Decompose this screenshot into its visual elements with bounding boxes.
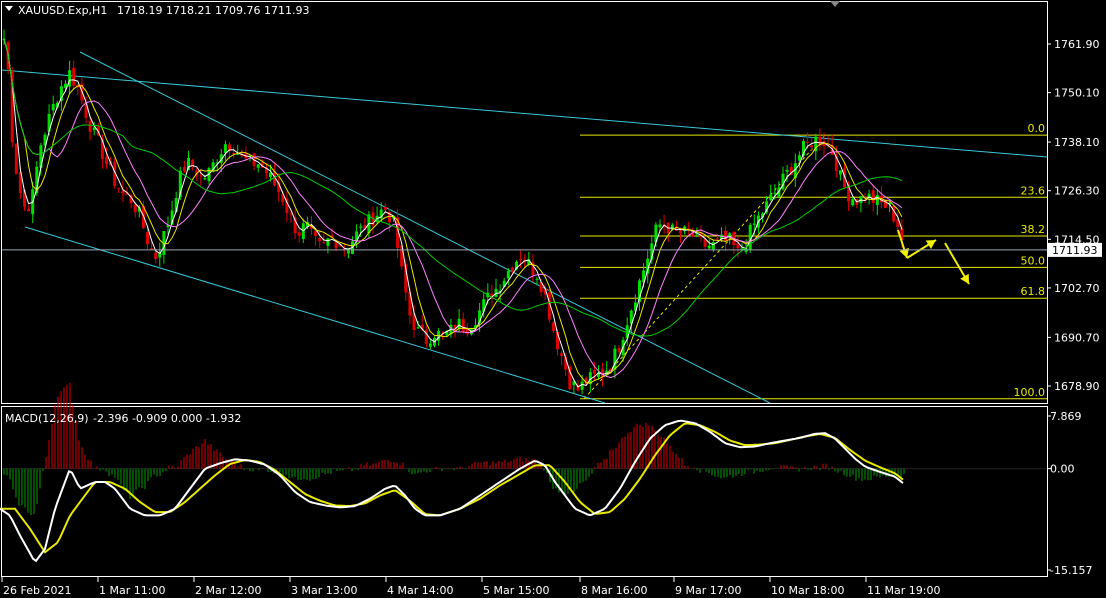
- candle-body: [359, 226, 363, 228]
- header-ohlc: 1718.19 1718.21 1709.76 1711.93: [117, 4, 309, 17]
- candle-body: [810, 145, 814, 148]
- candle-body: [326, 238, 330, 246]
- candle-body: [679, 230, 682, 234]
- macd-tick-label: 7.869: [1050, 410, 1082, 423]
- candle-body: [818, 136, 822, 145]
- candle-body: [322, 242, 326, 244]
- time-label: 9 Mar 17:00: [675, 584, 741, 597]
- candle-body: [383, 207, 387, 210]
- candle-body: [150, 248, 154, 250]
- candle-body: [256, 164, 260, 168]
- candle-body: [535, 278, 539, 280]
- fib-level-label: 38.2: [1021, 223, 1046, 236]
- candle-body: [182, 167, 186, 172]
- price-tick-label: 1761.90: [1054, 38, 1100, 51]
- candle-body: [752, 223, 756, 225]
- fib-level-label: 23.6: [1021, 184, 1046, 197]
- candle-body: [318, 238, 322, 242]
- candle-body: [773, 192, 777, 194]
- candle-body: [551, 322, 555, 332]
- candle-body: [785, 170, 789, 172]
- header-symbol: XAUUSD.Exp,H1: [18, 4, 107, 17]
- time-label: 10 Mar 18:00: [771, 584, 844, 597]
- candle-body: [560, 353, 564, 356]
- candle-body: [154, 252, 158, 260]
- candle-body: [105, 156, 108, 165]
- time-label: 5 Mar 15:00: [483, 584, 549, 597]
- candle-body: [72, 67, 76, 86]
- price-tick-label: 1750.10: [1054, 87, 1100, 100]
- price-tick-label: 1690.70: [1054, 331, 1100, 344]
- candle-body: [724, 230, 728, 241]
- candle-body: [769, 194, 773, 201]
- candle-body: [506, 270, 510, 279]
- candle-body: [199, 175, 203, 177]
- candle-body: [806, 141, 810, 143]
- time-label: 11 Mar 19:00: [867, 584, 940, 597]
- time-label: 2 Mar 12:00: [195, 584, 261, 597]
- macd-tick-label: -15.157: [1050, 564, 1092, 577]
- trading-chart[interactable]: 0.0 23.6 38.2 50.0 61.8 100.0 1761.90 1750.10 1…: [0, 0, 1106, 598]
- candle-body: [871, 190, 875, 203]
- candle-body: [51, 103, 55, 111]
- candle-body: [27, 208, 31, 212]
- fib-level-label: 61.8: [1021, 285, 1046, 298]
- candle-body: [146, 232, 149, 245]
- current-price-label: 1711.93: [1052, 244, 1098, 257]
- time-label: 26 Feb 2021: [3, 584, 71, 597]
- macd-label: MACD(12,26,9): [5, 412, 89, 425]
- candle-body: [203, 178, 207, 180]
- fib-level-label: 100.0: [1014, 386, 1046, 399]
- time-label: 1 Mar 11:00: [99, 584, 165, 597]
- candle-body: [346, 250, 350, 254]
- time-label: 3 Mar 13:00: [291, 584, 357, 597]
- candle-body: [617, 348, 621, 353]
- fib-level-label: 0.0: [1028, 122, 1046, 135]
- candle-body: [658, 224, 662, 228]
- candle-body: [797, 155, 801, 161]
- candle-body: [715, 238, 719, 240]
- price-tick-label: 1702.70: [1054, 282, 1100, 295]
- fib-level-label: 50.0: [1021, 254, 1046, 267]
- candle-body: [748, 224, 752, 250]
- candle-body: [711, 242, 715, 250]
- candle-body: [297, 232, 301, 236]
- macd-tick-label: 0.00: [1050, 463, 1075, 476]
- candle-body: [121, 190, 125, 194]
- candle-body: [519, 258, 523, 260]
- candle-body: [851, 199, 855, 206]
- candle-body: [592, 369, 596, 374]
- macd-values: -2.396 -0.909 0.000 -1.932: [93, 412, 241, 425]
- candle-body: [14, 143, 18, 174]
- candle-body: [510, 267, 514, 272]
- candle-body: [416, 327, 420, 329]
- candle-body: [133, 204, 137, 213]
- chart-background: [0, 0, 1106, 598]
- candle-body: [707, 245, 711, 249]
- candle-body: [88, 120, 92, 132]
- time-label: 8 Mar 16:00: [581, 584, 647, 597]
- candle-body: [580, 381, 584, 390]
- candle-body: [117, 188, 121, 190]
- candle-body: [838, 170, 842, 175]
- price-tick-label: 1678.90: [1054, 380, 1100, 393]
- candle-body: [461, 318, 465, 332]
- time-label: 4 Mar 14:00: [387, 584, 453, 597]
- candle-body: [428, 343, 432, 347]
- price-tick-label: 1738.10: [1054, 136, 1100, 149]
- candle-body: [457, 318, 461, 329]
- price-tick-label: 1726.30: [1054, 185, 1100, 198]
- candle-body: [223, 144, 227, 153]
- candle-body: [875, 195, 879, 206]
